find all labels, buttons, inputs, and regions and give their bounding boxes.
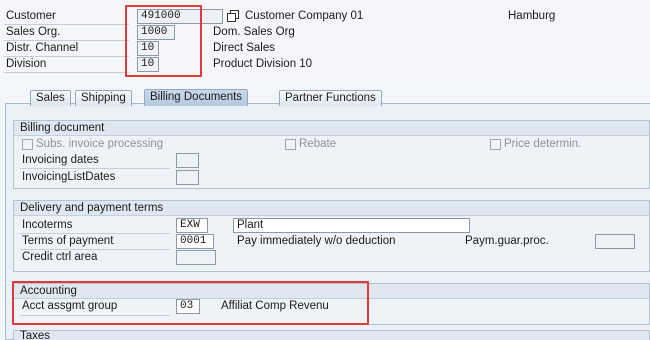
customer-city: Hamburg [508,10,556,22]
tab-shipping[interactable]: Shipping [75,90,132,106]
divider [20,249,170,250]
invoicing-list-dates-field[interactable] [176,170,199,185]
delivery-payment-title: Delivery and payment terms [14,201,649,216]
tab-partner-functions[interactable]: Partner Functions [279,90,382,106]
incoterms-field[interactable]: EXW [176,218,208,233]
terms-of-payment-field[interactable]: 0001 [176,234,214,249]
division-label: Division [6,58,47,70]
rebate-checkbox[interactable] [285,139,296,150]
customer-name: Customer Company 01 [245,10,364,22]
tab-sales[interactable]: Sales [30,90,71,106]
credit-ctrl-area-field[interactable] [176,250,216,265]
taxes-title: Taxes [14,330,649,340]
rebate-label: Rebate [299,138,337,150]
terms-of-payment-desc: Pay immediately w/o deduction [237,235,396,247]
divider [20,168,170,169]
tab-billing-documents[interactable]: Billing Documents [144,89,249,106]
divider [4,40,129,41]
subs-invoice-checkbox[interactable] [22,139,33,150]
divider [20,233,170,234]
highlight-box-header [125,5,202,77]
highlight-box-accounting [12,281,369,325]
price-determ-checkbox[interactable] [490,139,501,150]
taxes-group: Taxes [13,330,650,340]
paym-guar-proc-label: Paym.guar.proc. [465,235,549,247]
divider [4,56,129,57]
terms-of-payment-label: Terms of payment [22,235,114,247]
paym-guar-proc-field[interactable] [595,234,635,249]
distr-channel-desc: Direct Sales [213,42,275,54]
distr-channel-label: Distr. Channel [6,42,79,54]
invoicing-dates-label: Invoicing dates [22,154,99,166]
invoicing-list-dates-label: InvoicingListDates [22,171,116,183]
incoterms-label: Incoterms [22,219,73,231]
billing-document-title: Billing document [14,121,649,136]
copy-icon[interactable] [227,10,240,22]
customer-label: Customer [6,10,56,22]
divider [4,72,129,73]
sales-org-label: Sales Org. [6,26,61,38]
price-determ-label: Price determin. [504,138,582,150]
divider [4,24,129,25]
incoterms-location-field[interactable]: Plant [233,218,470,233]
credit-ctrl-area-label: Credit ctrl area [22,251,98,263]
invoicing-dates-field[interactable] [176,153,199,168]
subs-invoice-label: Subs. invoice processing [36,138,164,150]
division-desc: Product Division 10 [213,58,313,70]
sales-org-desc: Dom. Sales Org [213,26,295,38]
